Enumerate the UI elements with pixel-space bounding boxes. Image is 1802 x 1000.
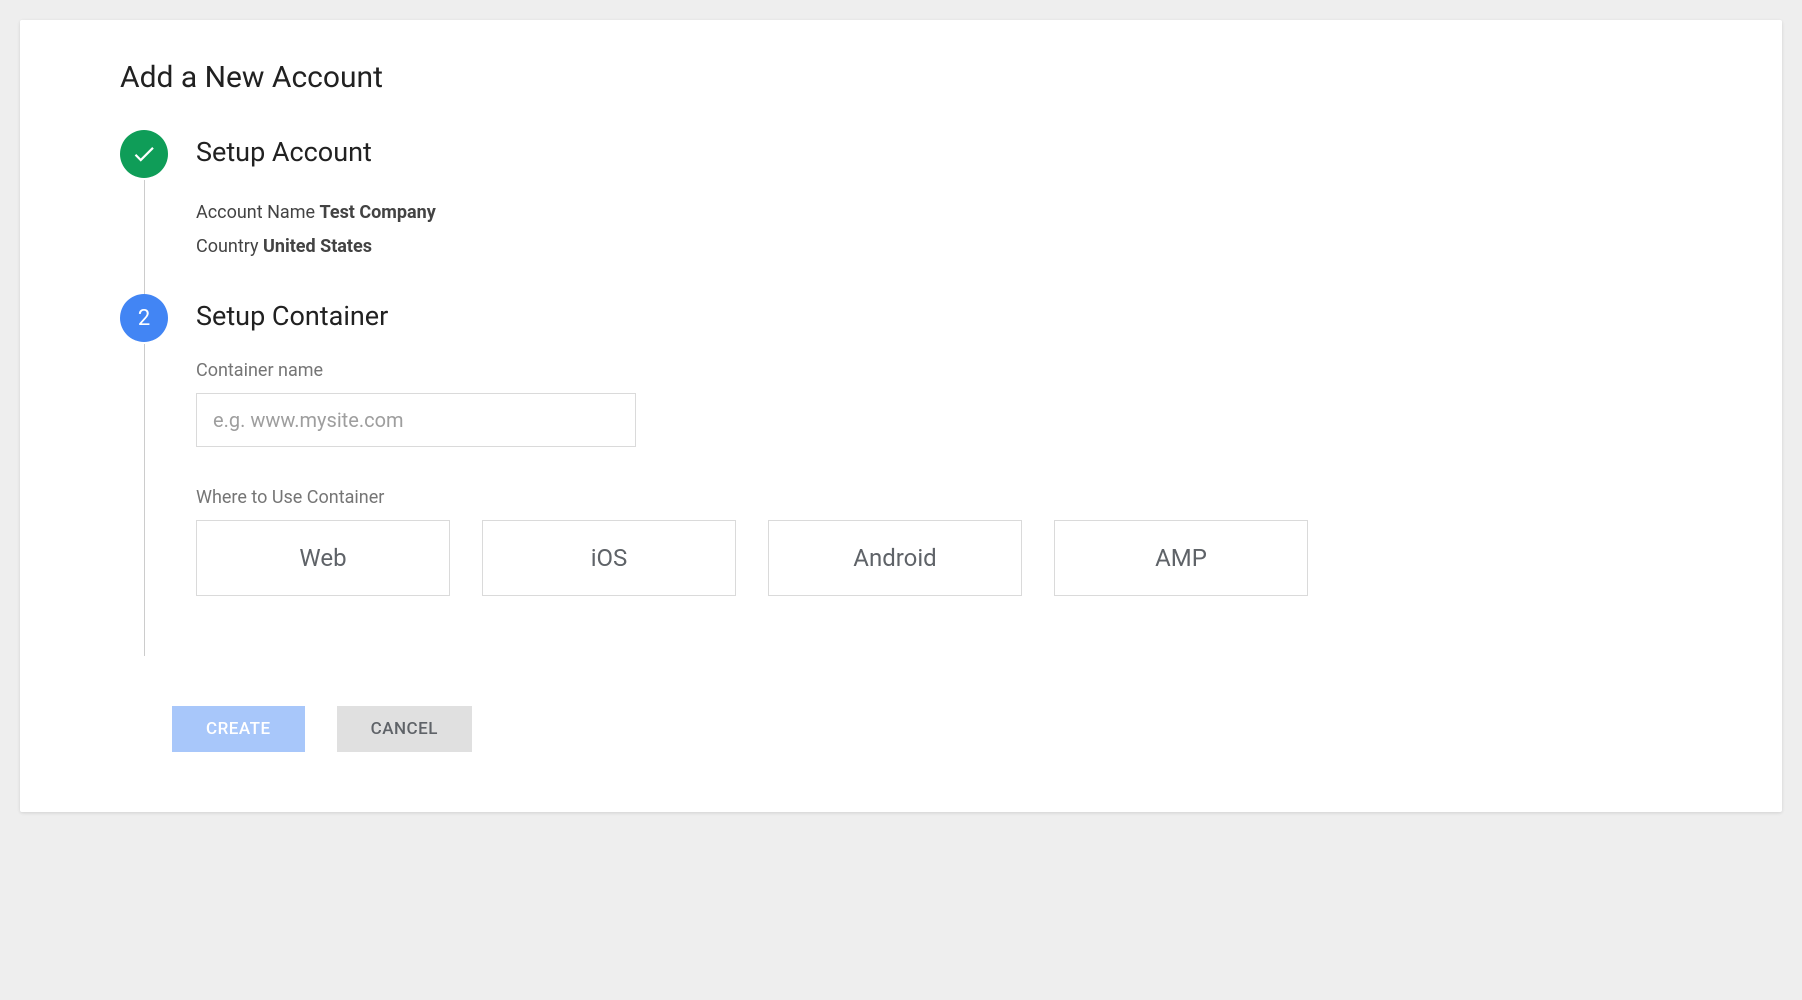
- account-name-label: Account Name: [196, 202, 315, 223]
- step-setup-container-title: Setup Container: [196, 300, 1682, 332]
- where-to-use-label: Where to Use Container: [196, 487, 1682, 508]
- where-to-use-field-group: Where to Use Container Web iOS Android A…: [196, 487, 1682, 596]
- cancel-button[interactable]: CANCEL: [337, 706, 472, 752]
- container-name-label: Container name: [196, 360, 1682, 381]
- option-ios[interactable]: iOS: [482, 520, 736, 596]
- step-number: 2: [138, 306, 150, 331]
- step-setup-account-summary: Account Name Test Company Country United…: [196, 196, 1682, 264]
- step-setup-account-content: Setup Account Account Name Test Company …: [196, 130, 1682, 294]
- step-setup-container-content: Setup Container Container name Where to …: [196, 294, 1682, 656]
- step-setup-account-title: Setup Account: [196, 136, 1682, 168]
- button-row: CREATE CANCEL: [172, 706, 1682, 752]
- option-amp[interactable]: AMP: [1054, 520, 1308, 596]
- country-value: United States: [263, 236, 372, 257]
- step-number-icon: 2: [120, 294, 168, 342]
- container-type-options: Web iOS Android AMP: [196, 520, 1682, 596]
- checkmark-icon: [120, 130, 168, 178]
- country-label: Country: [196, 236, 259, 257]
- step-connector: [144, 344, 145, 656]
- option-web[interactable]: Web: [196, 520, 450, 596]
- page-title: Add a New Account: [120, 60, 1682, 95]
- steps-wrapper: Setup Account Account Name Test Company …: [120, 130, 1682, 656]
- container-name-input[interactable]: [196, 393, 636, 447]
- container-name-field-group: Container name: [196, 360, 1682, 447]
- option-android[interactable]: Android: [768, 520, 1022, 596]
- create-button[interactable]: CREATE: [172, 706, 305, 752]
- account-name-value: Test Company: [320, 202, 436, 223]
- account-setup-card: Add a New Account Setup Account Account …: [20, 20, 1782, 812]
- step-setup-account: Setup Account Account Name Test Company …: [120, 130, 1682, 294]
- step-setup-container: 2 Setup Container Container name Where t…: [120, 294, 1682, 656]
